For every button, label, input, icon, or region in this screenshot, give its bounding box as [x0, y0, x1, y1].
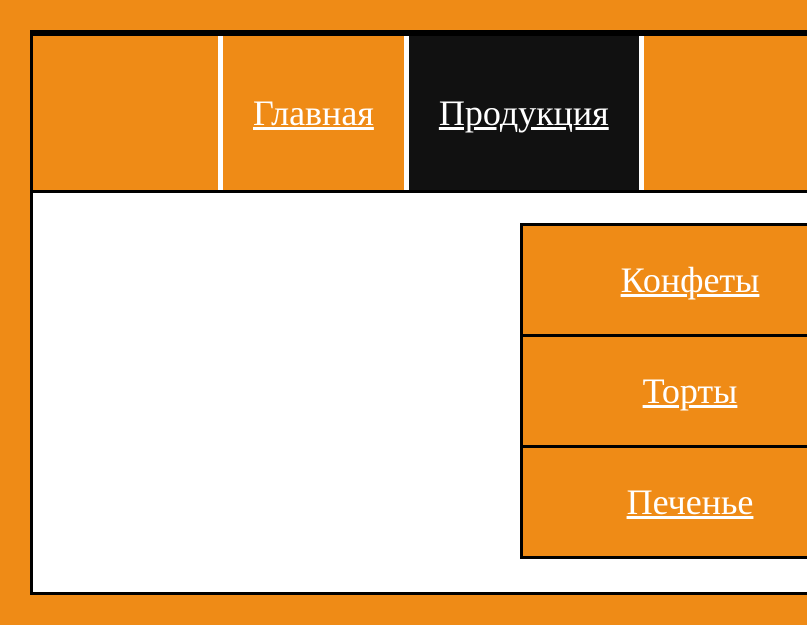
app-frame: Главная Продукция Конфеты Торты Печенье	[30, 30, 807, 595]
dropdown-item-cookies[interactable]: Печенье	[520, 445, 807, 559]
nav-item-products[interactable]: Продукция	[409, 36, 644, 190]
dropdown-item-cakes[interactable]: Торты	[520, 334, 807, 448]
nav-spacer	[33, 36, 223, 190]
main-nav: Главная Продукция	[33, 33, 807, 193]
dropdown-item-candies[interactable]: Конфеты	[520, 223, 807, 337]
products-dropdown: Конфеты Торты Печенье	[520, 223, 807, 559]
nav-item-home[interactable]: Главная	[223, 36, 409, 190]
nav-item-overflow	[644, 36, 807, 190]
